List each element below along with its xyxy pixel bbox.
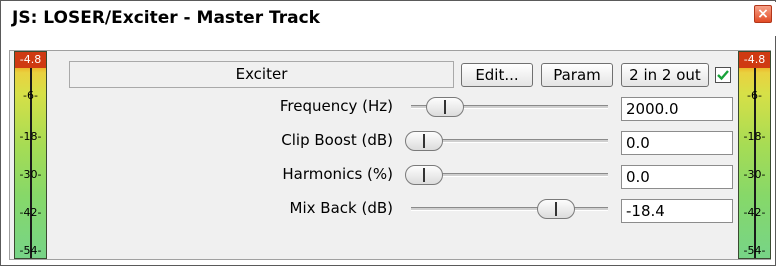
- bypass-checkbox[interactable]: [715, 67, 731, 83]
- param-label-frequency: Frequency (Hz): [279, 97, 393, 115]
- right-meter-tick: -54-: [743, 244, 766, 257]
- frequency-slider-thumb[interactable]: [425, 97, 464, 117]
- right-meter-tick: -6-: [747, 89, 762, 102]
- plugin-name-box: Exciter: [69, 61, 454, 88]
- left-level-meter: -4.8 -6- -18- -30- -42- -54-: [14, 51, 47, 259]
- right-meter-tick: -42-: [743, 206, 766, 219]
- close-button[interactable]: ×: [754, 5, 772, 23]
- right-meter-tick: -30-: [743, 168, 766, 181]
- window-title: JS: LOSER/Exciter - Master Track: [12, 8, 320, 28]
- param-label-clip-boost: Clip Boost (dB): [281, 131, 393, 149]
- checkmark-icon: [717, 70, 729, 81]
- mix-back-value-field[interactable]: -18.4: [621, 199, 733, 223]
- right-meter-peak[interactable]: -4.8: [739, 52, 770, 68]
- harmonics-slider-thumb[interactable]: [405, 165, 443, 185]
- param-button[interactable]: Param: [541, 63, 613, 87]
- clip-boost-value-field[interactable]: 0.0: [621, 131, 733, 155]
- left-meter-tick: -6-: [23, 89, 38, 102]
- left-meter-tick: -18-: [19, 130, 42, 143]
- param-label-harmonics: Harmonics (%): [282, 165, 393, 183]
- left-meter-tick: -42-: [19, 206, 42, 219]
- mix-back-slider-thumb[interactable]: [536, 199, 575, 219]
- plugin-window: JS: LOSER/Exciter - Master Track × -4.8 …: [0, 0, 776, 266]
- mix-back-slider-track[interactable]: [411, 207, 608, 211]
- harmonics-value-field[interactable]: 0.0: [621, 165, 733, 189]
- param-label-mix-back: Mix Back (dB): [289, 199, 393, 217]
- title-bar[interactable]: JS: LOSER/Exciter - Master Track ×: [2, 2, 776, 36]
- right-meter-needle: [754, 52, 756, 258]
- clip-boost-slider-thumb[interactable]: [405, 131, 443, 151]
- edit-button[interactable]: Edit...: [461, 63, 533, 87]
- io-routing-button[interactable]: 2 in 2 out: [621, 63, 709, 87]
- left-meter-tick: -30-: [19, 168, 42, 181]
- left-meter-peak[interactable]: -4.8: [15, 52, 46, 68]
- right-level-meter: -4.8 -6- -18- -30- -42- -54-: [738, 51, 771, 259]
- left-meter-tick: -54-: [19, 244, 42, 257]
- left-meter-needle: [30, 52, 32, 258]
- right-meter-tick: -18-: [743, 130, 766, 143]
- frequency-value-field[interactable]: 2000.0: [621, 97, 733, 121]
- close-icon: ×: [757, 6, 769, 22]
